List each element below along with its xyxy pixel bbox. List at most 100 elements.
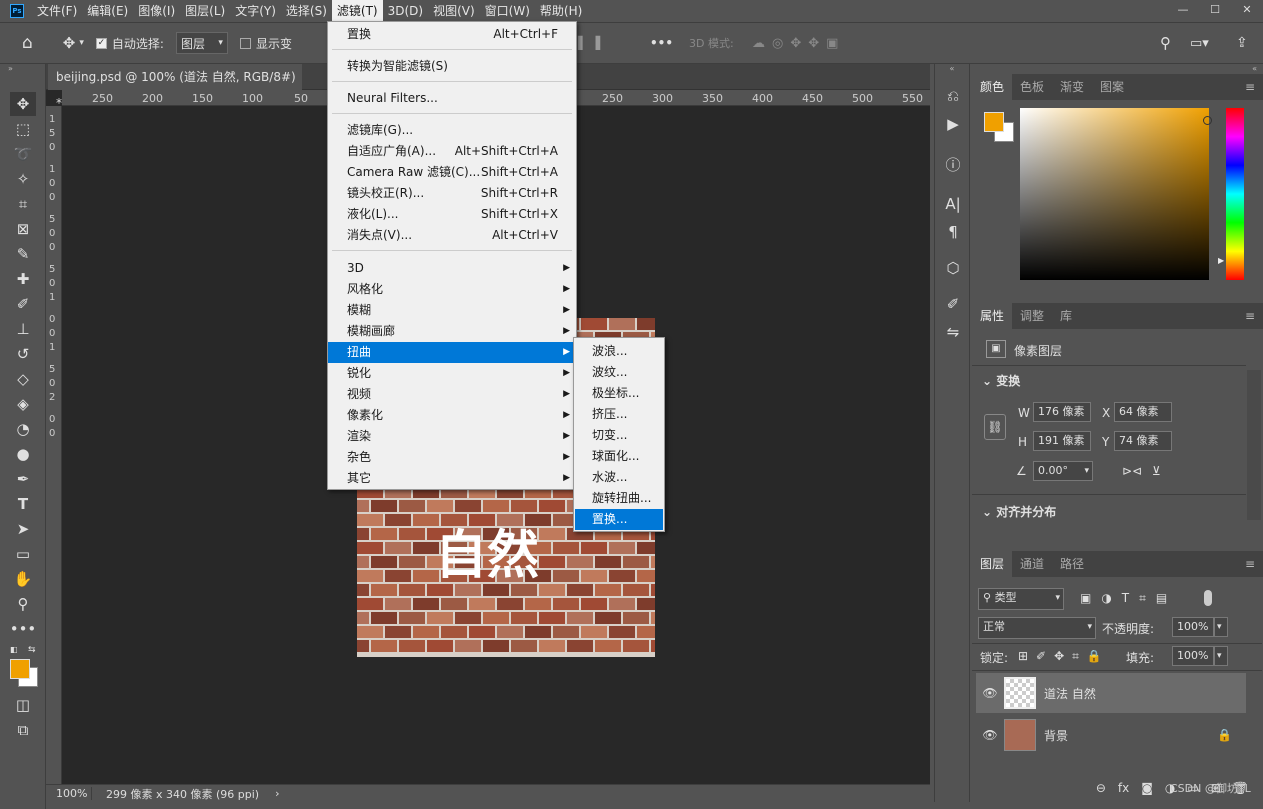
panel-menu-icon[interactable]: ≡ (1245, 80, 1263, 94)
workspace-icon[interactable]: ▭▾ (1190, 36, 1209, 51)
align-section[interactable]: ⌄ 对齐并分布 (982, 503, 1056, 520)
dodge-tool-icon[interactable]: ● (10, 442, 36, 466)
menu-4[interactable]: 文字(Y) (230, 0, 281, 22)
zoom-level[interactable]: 100% (46, 787, 92, 800)
filter-menu-item[interactable]: 消失点(V)... Alt+Ctrl+V (328, 225, 576, 246)
properties-scrollbar[interactable] (1247, 370, 1261, 520)
home-icon[interactable]: ⌂ (22, 33, 33, 53)
eyedropper-icon[interactable]: ✎ (10, 242, 36, 266)
more-tools-icon[interactable]: ••• (10, 617, 37, 641)
color-picker-cursor[interactable] (1203, 116, 1212, 125)
filter-menu-item[interactable]: 滤镜库(G)... (328, 120, 576, 141)
align-icons[interactable]: ▌ ▐ (578, 36, 600, 50)
color-swatches[interactable]: ◧ ⇆ (0, 645, 45, 687)
fill-field[interactable]: 100% (1172, 646, 1214, 666)
flip-horizontal-icon[interactable]: ⊳⊲ (1122, 464, 1142, 478)
screen-mode-icon[interactable]: ⧉ (10, 718, 36, 742)
minimize-icon[interactable]: — (1167, 0, 1199, 18)
swap-colors-icon[interactable]: ⇆ (28, 645, 36, 655)
filter-menu-item[interactable]: 模糊画廊 ▶ (328, 321, 576, 342)
distort-menu-item[interactable]: 旋转扭曲... (575, 488, 663, 509)
tab-libraries[interactable]: 库 (1052, 303, 1080, 329)
tab-color[interactable]: 颜色 (972, 74, 1013, 100)
shape-tool-icon[interactable]: ▭ (10, 542, 36, 566)
lock-icons[interactable]: ⊞✐✥⌗🔒 (1018, 649, 1110, 664)
flip-vertical-icon[interactable]: ⊻ (1152, 464, 1161, 478)
menu-3[interactable]: 图层(L) (180, 0, 230, 22)
3d-panel-icon[interactable]: ⬡ (935, 254, 971, 282)
tab-paths[interactable]: 路径 (1052, 551, 1092, 577)
default-colors-icon[interactable]: ◧ (10, 645, 18, 654)
show-transform-checkbox[interactable]: 显示变 (239, 35, 292, 52)
panel-menu-icon[interactable]: ≡ (1245, 309, 1263, 323)
filter-menu-item[interactable]: 自适应广角(A)... Alt+Shift+Ctrl+A (328, 141, 576, 162)
tab-properties[interactable]: 属性 (972, 303, 1013, 329)
distort-menu-item[interactable]: 挤压... (575, 404, 663, 425)
close-icon[interactable]: ✕ (1231, 0, 1263, 18)
chevron-down-icon[interactable]: ▾ (1214, 617, 1228, 637)
foreground-color-swatch[interactable] (984, 112, 1004, 132)
hue-slider[interactable] (1226, 108, 1244, 280)
filter-menu-item[interactable]: 扭曲 ▶ (328, 342, 576, 363)
marquee-tool-icon[interactable]: ⬚ (10, 117, 36, 141)
tab-patterns[interactable]: 图案 (1092, 74, 1132, 100)
share-icon[interactable]: ⇪ (1236, 35, 1248, 51)
path-select-icon[interactable]: ➤ (10, 517, 36, 541)
blur-tool-icon[interactable]: ◔ (10, 417, 36, 441)
brush-settings-icon[interactable]: ✐ (935, 290, 971, 318)
distort-menu-item[interactable]: 极坐标... (575, 383, 663, 404)
auto-select-checkbox[interactable]: ✓ 自动选择: (95, 35, 164, 52)
hand-tool-icon[interactable]: ✋ (10, 567, 36, 591)
menu-9[interactable]: 窗口(W) (480, 0, 535, 22)
tab-gradients[interactable]: 渐变 (1052, 74, 1092, 100)
width-field[interactable]: 176 像素 (1033, 402, 1091, 422)
move-tool-icon[interactable]: ✥ (63, 34, 76, 52)
tab-swatches[interactable]: 色板 (1012, 74, 1052, 100)
tab-channels[interactable]: 通道 (1012, 551, 1052, 577)
brush-tool-icon[interactable]: ✐ (10, 292, 36, 316)
maximize-icon[interactable]: ☐ (1199, 0, 1231, 18)
type-tool-icon[interactable]: T (10, 492, 36, 516)
history-panel-icon[interactable]: ⎌ (935, 82, 971, 110)
zoom-tool-icon[interactable]: ⚲ (10, 592, 36, 616)
hue-slider-handle[interactable]: ▶ (1218, 256, 1224, 265)
angle-field[interactable]: 0.00° ▾ (1033, 461, 1093, 481)
menu-6[interactable]: 滤镜(T) (331, 0, 383, 22)
tab-adjustments[interactable]: 调整 (1012, 303, 1052, 329)
filter-menu-item[interactable]: 风格化 ▶ (328, 279, 576, 300)
lasso-tool-icon[interactable]: ➰ (10, 142, 36, 166)
menu-2[interactable]: 图像(I) (133, 0, 180, 22)
collapse-icon[interactable]: » (0, 64, 45, 74)
pen-tool-icon[interactable]: ✒ (10, 467, 36, 491)
layer-row[interactable]: 👁 背景 🔒 (976, 715, 1246, 755)
filter-menu-item[interactable]: 视频 ▶ (328, 384, 576, 405)
distort-menu-item[interactable]: 置换... (575, 509, 663, 530)
menu-5[interactable]: 选择(S) (281, 0, 332, 22)
quick-mask-icon[interactable]: ◫ (10, 693, 36, 717)
opacity-field[interactable]: 100% (1172, 617, 1214, 637)
filter-menu-item[interactable]: Camera Raw 滤镜(C)... Shift+Ctrl+A (328, 162, 576, 183)
stamp-tool-icon[interactable]: ⊥ (10, 317, 36, 341)
x-field[interactable]: 64 像素 (1114, 402, 1172, 422)
distort-menu-item[interactable]: 水波... (575, 467, 663, 488)
search-icon[interactable]: ⚲ (1160, 34, 1171, 52)
filter-menu-item[interactable]: 镜头校正(R)... Shift+Ctrl+R (328, 183, 576, 204)
filter-menu-item[interactable]: 模糊 ▶ (328, 300, 576, 321)
height-field[interactable]: 191 像素 (1033, 431, 1091, 451)
link-layers-icon[interactable]: ⊖ (1096, 781, 1106, 795)
filter-menu-item[interactable]: 液化(L)... Shift+Ctrl+X (328, 204, 576, 225)
y-field[interactable]: 74 像素 (1114, 431, 1172, 451)
chevron-right-icon[interactable]: › (259, 787, 279, 800)
paint-bucket-icon[interactable]: ◈ (10, 392, 36, 416)
layer-filter-icons[interactable]: ▣◑T⌗▤ (1080, 591, 1177, 606)
link-icon[interactable]: ⛓ (984, 414, 1006, 440)
filter-menu-item[interactable]: 置换 Alt+Ctrl+F (328, 24, 576, 45)
character-panel-icon[interactable]: A| (935, 190, 971, 218)
eraser-tool-icon[interactable]: ◇ (10, 367, 36, 391)
layer-row[interactable]: 👁 道法 自然 (976, 673, 1246, 713)
history-brush-icon[interactable]: ↺ (10, 342, 36, 366)
document-tab[interactable]: beijing.psd @ 100% (道法 自然, RGB/8#) *× (48, 64, 302, 110)
blend-mode-dropdown[interactable]: 正常 ▾ (978, 617, 1096, 639)
mask-icon[interactable]: ◙ (1141, 781, 1153, 795)
eye-icon[interactable]: 👁 (976, 728, 1004, 742)
